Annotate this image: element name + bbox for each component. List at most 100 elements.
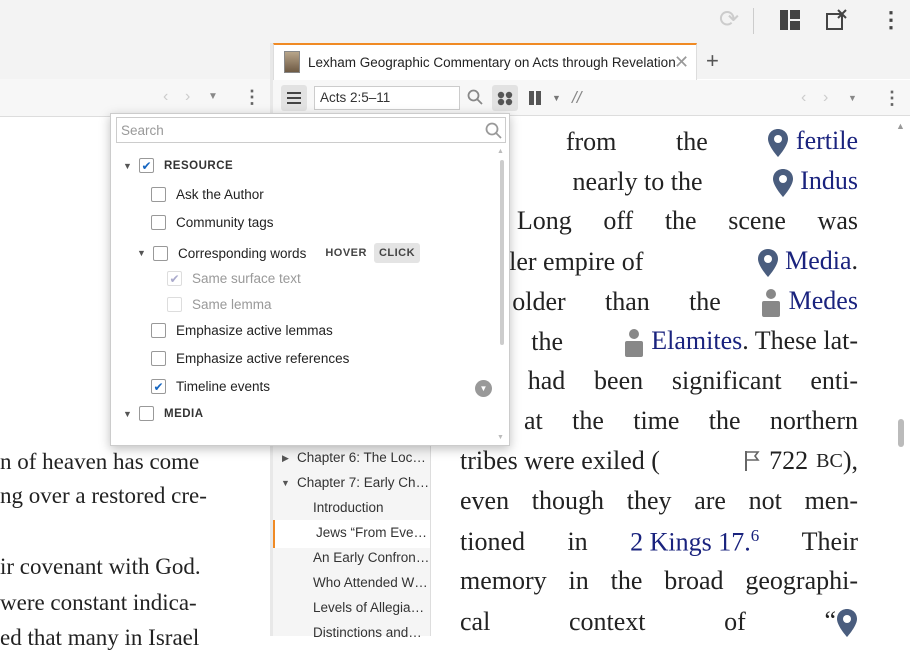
filter-subitem[interactable]: Same lemma <box>167 297 272 312</box>
word: at <box>524 406 543 435</box>
chevron-down-icon[interactable]: ▼ <box>552 93 561 103</box>
reader-line: hing from the fertile <box>460 126 858 158</box>
close-panels-icon[interactable] <box>826 9 848 31</box>
filter-item[interactable]: ✔ Timeline events <box>151 379 270 394</box>
commentary-toolbar: Acts 2:5–11 ▼ // ‹ › ▼ ⋮ <box>273 80 910 116</box>
sync-icon[interactable]: ⟳ <box>719 8 739 32</box>
forward-icon[interactable]: › <box>823 89 828 107</box>
word: context <box>568 607 646 637</box>
close-tab-icon[interactable]: ✕ <box>674 53 689 71</box>
panel-menu-icon[interactable]: ⋮ <box>243 87 261 108</box>
toc-item[interactable]: Chapter 6: The Locat… <box>297 450 430 465</box>
caret-down-icon[interactable]: ▼ <box>123 409 135 419</box>
word: Their <box>801 526 858 556</box>
chevron-down-icon[interactable]: ▼ <box>848 93 857 103</box>
expand-options-icon[interactable]: ▼ <box>475 380 492 397</box>
word: two had been significant enti- <box>460 366 858 395</box>
chevron-down-icon[interactable]: ▼ <box>208 91 218 102</box>
columns-icon[interactable] <box>529 91 543 110</box>
word: memory in the broad geographi- <box>460 566 858 595</box>
reader-line: memory in the broad geographi- <box>460 566 858 596</box>
person-icon <box>762 289 781 318</box>
checkbox[interactable] <box>151 351 166 366</box>
flag-icon <box>745 451 760 471</box>
scroll-down-icon[interactable]: ▼ <box>497 434 504 441</box>
word: tioned <box>460 526 525 556</box>
toc-toggle-button[interactable] <box>281 85 307 111</box>
checkbox[interactable] <box>167 297 182 312</box>
place-link[interactable]: “ <box>824 606 858 638</box>
word: than <box>605 287 650 317</box>
tab-commentary[interactable]: Lexham Geographic Commentary on Acts thr… <box>273 43 697 80</box>
toc-item[interactable]: Levels of Allegian… <box>313 600 430 615</box>
resource-section-header[interactable]: ▼ ✔ RESOURCE <box>123 158 233 173</box>
scroll-thumb[interactable] <box>898 419 904 447</box>
word: the <box>689 287 721 317</box>
checkbox[interactable] <box>151 215 166 230</box>
place-link[interactable]: fertile <box>767 126 858 158</box>
search-icon[interactable] <box>467 89 483 110</box>
caret-down-icon[interactable]: ▼ <box>123 161 135 171</box>
toc-item[interactable]: Chapter 7: Early Chu… <box>297 475 430 490</box>
layouts-icon[interactable] <box>780 10 800 30</box>
click-toggle[interactable]: CLICK <box>373 243 421 263</box>
new-tab-icon[interactable]: + <box>706 50 719 72</box>
filter-item[interactable]: Emphasize active references <box>151 351 349 366</box>
search-field[interactable]: Search <box>116 117 506 143</box>
panel-menu-icon[interactable]: ⋮ <box>883 88 901 109</box>
checkbox[interactable]: ✔ <box>167 271 182 286</box>
word: the <box>531 327 564 357</box>
word: the <box>572 406 604 435</box>
checkbox[interactable] <box>151 187 166 202</box>
reader-line: at the time the northern <box>524 406 858 436</box>
filter-item[interactable]: ▼ Corresponding words HOVER CLICK <box>137 243 421 263</box>
caret-down-icon[interactable]: ▼ <box>137 248 149 258</box>
media-checkbox[interactable] <box>139 406 154 421</box>
place-link[interactable]: Indus <box>772 166 858 198</box>
parallel-resources-icon[interactable]: // <box>572 88 581 108</box>
reader-line: even though they are not men- <box>460 486 858 516</box>
reader-line: cent nearly to the Indus <box>460 166 858 198</box>
scroll-up-icon[interactable]: ▲ <box>497 148 504 155</box>
checkbox[interactable] <box>151 323 166 338</box>
toc-item[interactable]: Who Attended W… <box>313 575 430 590</box>
caret-right-icon[interactable]: ▶ <box>282 453 289 464</box>
hover-toggle[interactable]: HOVER <box>320 243 372 263</box>
word: northern <box>769 406 858 435</box>
toc-item[interactable]: Distinctions and… <box>313 625 430 640</box>
toc-item-selected[interactable]: Jews “From Ever… <box>273 520 430 548</box>
visual-filters-popup: Search ▼ ✔ RESOURCE Ask the Author Commu… <box>110 113 510 446</box>
reference-input[interactable]: Acts 2:5–11 <box>314 86 460 110</box>
word: the <box>708 406 741 435</box>
bible-reference-link[interactable]: 2 Kings 17.6 <box>630 526 759 558</box>
filter-subitem[interactable]: ✔ Same surface text <box>167 271 301 286</box>
resource-checkbox[interactable]: ✔ <box>139 158 154 173</box>
caret-down-icon[interactable]: ▼ <box>281 478 290 488</box>
filter-item[interactable]: Community tags <box>151 215 274 230</box>
scroll-up-icon[interactable]: ▲ <box>896 121 905 131</box>
reader-line: tribes were exiled ( 722 BC), <box>460 446 858 476</box>
toc-item[interactable]: An Early Confront… <box>313 550 430 565</box>
visual-filters-button[interactable] <box>492 85 518 111</box>
search-input[interactable]: Search <box>121 123 164 138</box>
search-icon[interactable] <box>485 122 502 142</box>
timeline-event[interactable]: 722 BC), <box>743 446 858 476</box>
people-link[interactable]: Elamites. These lat- <box>623 326 858 358</box>
checkbox[interactable] <box>153 245 168 261</box>
filter-item[interactable]: Emphasize active lemmas <box>151 323 333 338</box>
place-link[interactable]: Media. <box>757 246 858 278</box>
back-icon[interactable]: ‹ <box>801 89 806 107</box>
footnote-marker[interactable]: 6 <box>751 526 760 545</box>
more-menu-icon[interactable]: ⋮ <box>880 9 902 31</box>
bible-line: ed that many in Israel <box>0 625 200 650</box>
reader-line: e the Elamites. These lat- <box>460 326 858 358</box>
popup-scrollbar-thumb[interactable] <box>500 160 504 345</box>
forward-icon[interactable]: › <box>185 88 190 106</box>
checkbox[interactable]: ✔ <box>151 379 166 394</box>
filter-item[interactable]: Ask the Author <box>151 187 264 202</box>
toc-item[interactable]: Introduction <box>313 500 430 515</box>
people-link[interactable]: Medes <box>760 286 858 318</box>
media-section-header[interactable]: ▼ MEDIA <box>123 406 204 421</box>
back-icon[interactable]: ‹ <box>163 88 168 106</box>
reader-scrollbar[interactable]: ▲ <box>892 117 910 636</box>
